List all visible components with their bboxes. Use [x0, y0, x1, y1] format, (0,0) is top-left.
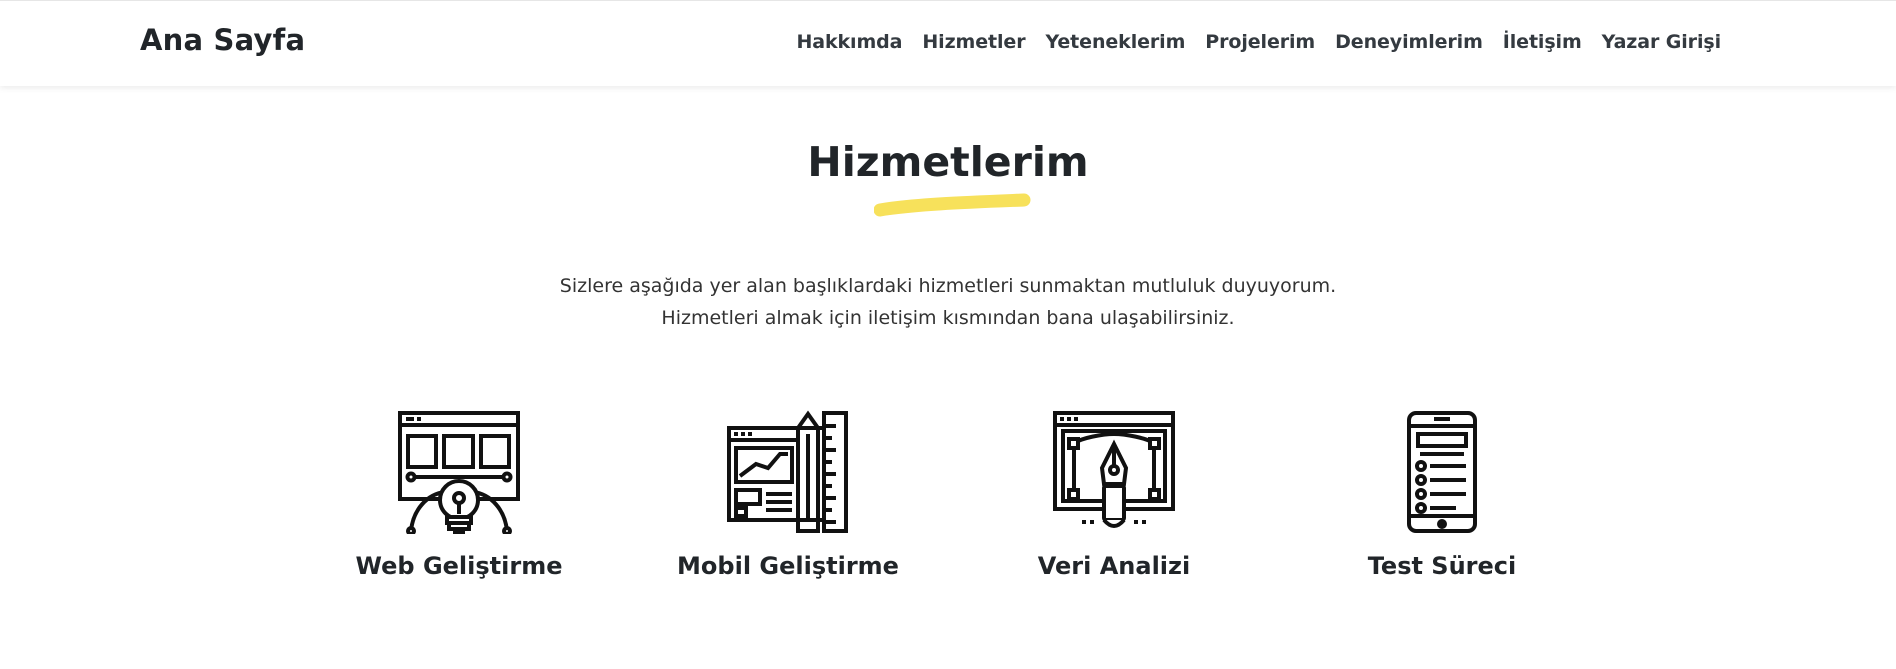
service-title: Web Geliştirme [355, 552, 563, 580]
intro-line: Sizlere aşağıda yer alan başlıklardaki h… [559, 275, 1337, 297]
nav-link-projects[interactable]: Projelerim [1195, 31, 1325, 53]
web-development-icon [398, 411, 520, 534]
nav-link-author-login[interactable]: Yazar Girişi [1592, 31, 1731, 53]
navbar: Ana Sayfa Hakkımda Hizmetler Yetenekleri… [0, 0, 1896, 86]
service-title: Mobil Geliştirme [677, 552, 899, 580]
smartphone-checklist-icon [1407, 411, 1477, 533]
section-title: Hizmetlerim [807, 138, 1089, 186]
service-card-mobile-development: Mobil Geliştirme [638, 410, 938, 580]
mobile-design-icon [727, 410, 848, 533]
nav-link-skills[interactable]: Yeteneklerim [1035, 31, 1195, 53]
nav-link-services[interactable]: Hizmetler [912, 31, 1035, 53]
nav-link-experience[interactable]: Deneyimlerim [1325, 31, 1493, 53]
intro-line: Hizmetleri almak için iletişim kısmından… [661, 307, 1235, 329]
service-title: Test Süreci [1367, 552, 1517, 580]
nav-menu: Hakkımda Hizmetler Yeteneklerim Projeler… [786, 31, 1731, 53]
pen-tool-icon [1053, 411, 1175, 528]
service-title: Veri Analizi [1037, 552, 1191, 580]
section-intro: Sizlere aşağıda yer alan başlıklardaki h… [0, 270, 1896, 334]
title-underline-decoration [874, 193, 1031, 217]
nav-link-contact[interactable]: İletişim [1493, 31, 1592, 53]
brand-home-link[interactable]: Ana Sayfa [140, 23, 305, 57]
service-card-data-analysis: Veri Analizi [964, 410, 1264, 580]
service-card-testing: Test Süreci [1292, 410, 1592, 580]
nav-link-about[interactable]: Hakkımda [786, 31, 912, 53]
service-card-web-development: Web Geliştirme [309, 410, 609, 580]
